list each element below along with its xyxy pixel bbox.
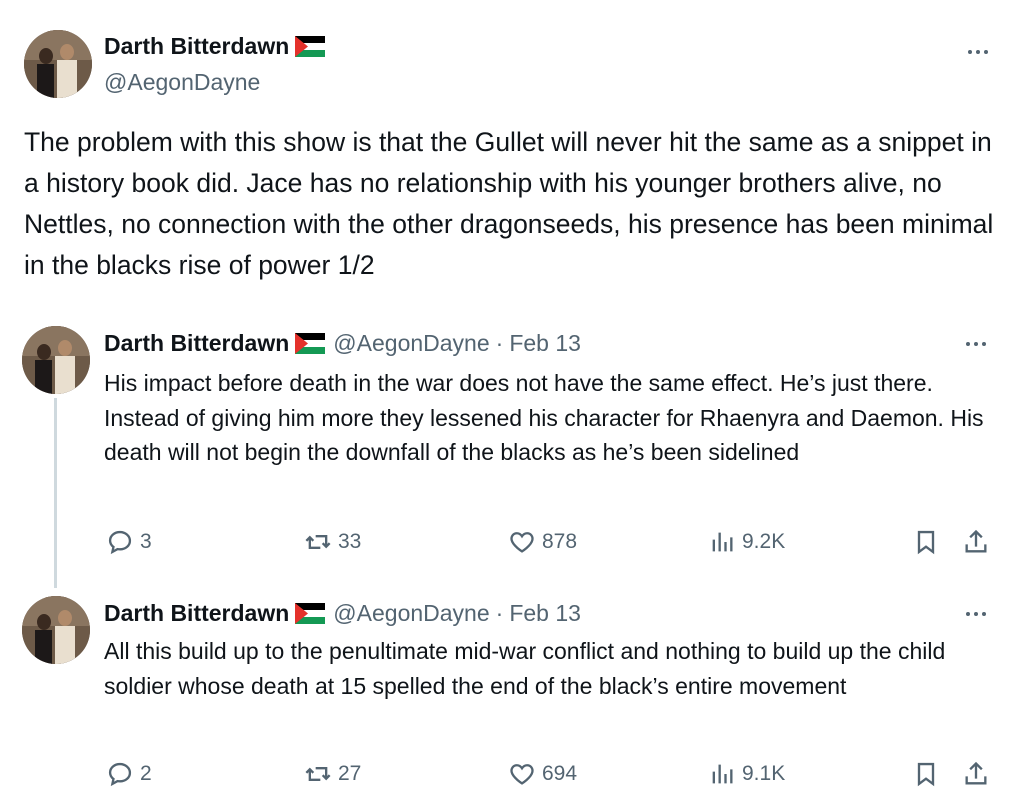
views-bar-icon (712, 764, 733, 784)
handle[interactable]: @AegonDayne (104, 69, 260, 96)
avatar[interactable] (24, 30, 92, 98)
more-options-button[interactable] (958, 42, 998, 62)
more-horizontal-icon (968, 50, 972, 54)
like-count: 694 (542, 762, 578, 785)
reply-button[interactable]: 3 (106, 528, 152, 556)
reply-text: All this build up to the penultimate mid… (104, 638, 946, 699)
share-button[interactable] (962, 760, 990, 793)
views-button[interactable]: 9.2K (708, 528, 785, 556)
reply-bubble-icon (108, 762, 132, 787)
share-icon (965, 761, 987, 785)
display-name[interactable]: Darth Bitterdawn (104, 330, 289, 357)
separator-dot: · (495, 330, 504, 356)
display-name[interactable]: Darth Bitterdawn (104, 33, 289, 60)
views-count: 9.2K (742, 530, 786, 553)
reply-text: His impact before death in the war does … (104, 370, 984, 465)
timestamp[interactable]: Feb 13 (509, 600, 581, 627)
like-button[interactable]: 878 (508, 528, 577, 556)
more-options-button[interactable] (956, 334, 996, 354)
tweet-text: The problem with this show is that the G… (24, 127, 994, 280)
views-button[interactable]: 9.1K (708, 760, 785, 788)
handle-row: @AegonDayne (104, 69, 260, 96)
reply-header: Darth Bitterdawn @AegonDayne · Feb 13 (104, 330, 581, 357)
display-name[interactable]: Darth Bitterdawn (104, 600, 289, 627)
bookmark-icon (917, 762, 935, 787)
timestamp[interactable]: Feb 13 (509, 330, 581, 357)
palestine-flag-icon (295, 603, 326, 624)
heart-icon (510, 764, 534, 785)
reply-count: 2 (140, 762, 152, 785)
repost-icon (305, 535, 331, 549)
avatar-photo (22, 326, 90, 394)
repost-count: 33 (338, 530, 362, 553)
palestine-flag-icon (295, 36, 326, 57)
avatar-photo (22, 596, 90, 664)
like-count: 878 (542, 530, 578, 553)
more-options-button[interactable] (956, 604, 996, 624)
reply-header: Darth Bitterdawn @AegonDayne · Feb 13 (104, 600, 581, 627)
thread-connector-line (54, 398, 57, 588)
avatar-photo (24, 30, 92, 98)
reply-count: 3 (140, 530, 152, 553)
repost-icon (305, 767, 331, 781)
repost-count: 27 (338, 762, 362, 785)
views-count: 9.1K (742, 762, 786, 785)
views-bar-icon (712, 532, 733, 552)
like-button[interactable]: 694 (508, 760, 577, 788)
bookmark-button[interactable] (912, 760, 940, 793)
reply-button[interactable]: 2 (106, 760, 152, 788)
handle[interactable]: @AegonDayne (333, 600, 489, 627)
author-name-row: Darth Bitterdawn (104, 33, 326, 60)
avatar[interactable] (22, 326, 90, 394)
bookmark-icon (917, 530, 935, 555)
more-horizontal-icon (966, 612, 970, 616)
share-button[interactable] (962, 528, 990, 561)
heart-icon (510, 532, 534, 553)
more-horizontal-icon (966, 342, 970, 346)
repost-button[interactable]: 33 (304, 528, 361, 556)
separator-dot: · (495, 600, 504, 626)
avatar[interactable] (22, 596, 90, 664)
reply-bubble-icon (108, 530, 132, 555)
palestine-flag-icon (295, 333, 326, 354)
share-icon (965, 529, 987, 553)
bookmark-button[interactable] (912, 528, 940, 561)
handle[interactable]: @AegonDayne (333, 330, 489, 357)
repost-button[interactable]: 27 (304, 760, 361, 788)
